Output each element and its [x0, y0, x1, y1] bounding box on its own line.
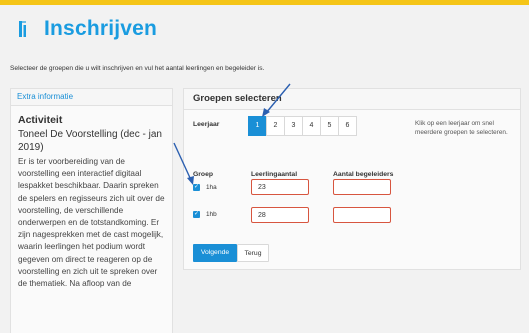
begeleiders-input-1hb[interactable] — [333, 207, 391, 223]
leerjaar-tab-3[interactable]: 3 — [284, 116, 303, 136]
activity-description: Er is ter voorbereiding van de voorstell… — [18, 157, 165, 289]
leerjaar-tab-2[interactable]: 2 — [266, 116, 285, 136]
group-1hb-label: 1hb — [206, 211, 217, 218]
document-icon — [19, 21, 26, 37]
leerlingaantal-input-1hb[interactable]: 28 — [251, 207, 309, 223]
panel-title: Groepen selecteren — [184, 89, 520, 110]
leerjaar-tab-5[interactable]: 5 — [320, 116, 339, 136]
page-header: Inschrijven — [14, 16, 157, 42]
page: Inschrijven Selecteer de groepen die u w… — [0, 0, 529, 333]
group-1hb-checkbox[interactable]: ✓ — [193, 211, 200, 218]
column-header-leerlingaantal: Leerlingaantal — [251, 171, 298, 178]
activity-heading: Activiteit — [18, 114, 63, 126]
next-button[interactable]: Volgende — [193, 244, 237, 262]
top-accent-bar — [0, 0, 529, 5]
activity-title: Toneel De Voorstelling (dec - jan 2019) — [18, 129, 162, 153]
leerjaar-hint: Klik op een leerjaar om snel meerdere gr… — [415, 120, 508, 136]
leerjaar-label: Leerjaar — [193, 121, 220, 128]
intro-text: Selecteer de groepen die u wilt inschrij… — [10, 65, 265, 72]
group-1ha-label: 1ha — [206, 184, 217, 191]
leerlingaantal-input-1ha[interactable]: 23 — [251, 179, 309, 195]
column-header-groep: Groep — [193, 171, 214, 178]
tab-extra-informatie[interactable]: Extra informatie — [11, 89, 172, 106]
page-title: Inschrijven — [44, 17, 158, 40]
group-select-panel: Groepen selecteren Leerjaar 1 2 3 4 5 6 … — [183, 88, 521, 270]
leerjaar-tab-1[interactable]: 1 — [248, 116, 267, 136]
column-header-begeleiders: Aantal begeleiders — [333, 171, 394, 178]
leerjaar-tab-4[interactable]: 4 — [302, 116, 321, 136]
leerjaar-tabs: 1 2 3 4 5 6 — [248, 116, 357, 136]
extra-info-panel: Extra informatie Activiteit Toneel De Vo… — [10, 88, 173, 333]
back-button[interactable]: Terug — [237, 244, 269, 262]
begeleiders-input-1ha[interactable] — [333, 179, 391, 195]
leerjaar-tab-6[interactable]: 6 — [338, 116, 357, 136]
group-1ha-checkbox[interactable]: ✓ — [193, 184, 200, 191]
